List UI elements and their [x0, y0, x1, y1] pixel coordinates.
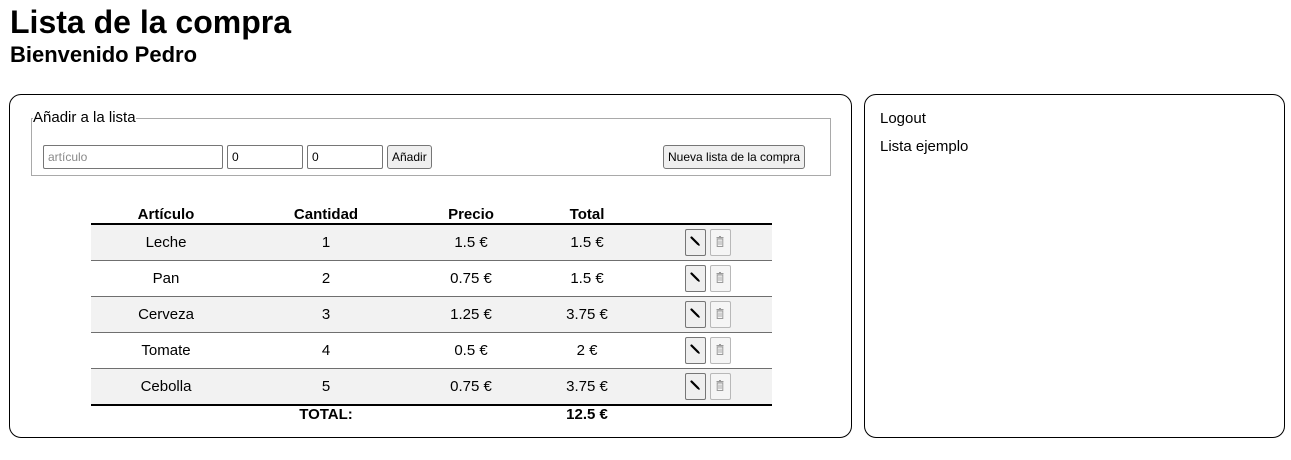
edit-button[interactable] — [684, 229, 706, 256]
table-row: Pan 2 0.75 € 1.5 € — [91, 261, 772, 297]
quantity-cell: 3 — [321, 306, 331, 323]
add-button[interactable]: Añadir — [387, 145, 432, 169]
item-cell: Cerveza — [138, 306, 194, 323]
shopping-list-panel: Añadir a la lista Añadir Nueva lista de … — [9, 94, 852, 438]
list-link-ejemplo[interactable]: Lista ejemplo — [880, 138, 968, 156]
price-cell: 0.75 € — [450, 378, 492, 395]
trash-icon — [711, 344, 730, 355]
quantity-cell: 4 — [321, 342, 331, 359]
delete-button[interactable] — [709, 229, 731, 256]
brush-icon — [686, 344, 705, 355]
price-cell: 1.5 € — [454, 234, 488, 251]
delete-button[interactable] — [709, 337, 731, 364]
header-price: Precio — [448, 206, 494, 223]
table-header-row: Artículo Cantidad Precio Total — [91, 205, 772, 224]
edit-button[interactable] — [684, 301, 706, 328]
actions-cell — [643, 224, 772, 261]
total-cell: 3.75 € — [566, 306, 608, 323]
page-title: Lista de la compra — [10, 4, 291, 40]
price-input[interactable] — [307, 145, 383, 169]
item-cell: Tomate — [141, 342, 191, 359]
quantity-cell: 5 — [321, 378, 331, 395]
table-total-row: TOTAL: 12.5 € — [91, 405, 772, 424]
sidebar-panel: Logout Lista ejemplo — [864, 94, 1285, 438]
add-item-legend: Añadir a la lista — [33, 109, 136, 126]
total-value: 12.5 € — [566, 406, 608, 423]
total-cell: 1.5 € — [570, 270, 604, 287]
total-cell: 1.5 € — [570, 234, 604, 251]
trash-icon — [711, 236, 730, 247]
header-quantity: Cantidad — [293, 206, 359, 223]
item-cell: Pan — [152, 270, 180, 287]
item-name-input[interactable] — [43, 145, 223, 169]
brush-icon — [686, 308, 705, 319]
table-row: Cerveza 3 1.25 € 3.75 € — [91, 296, 772, 333]
add-item-fieldset: Añadir a la lista Añadir Nueva lista de … — [31, 110, 831, 176]
header-item: Artículo — [137, 206, 195, 223]
table-row: Cebolla 5 0.75 € 3.75 € — [91, 368, 772, 406]
new-list-button[interactable]: Nueva lista de la compra — [663, 145, 806, 169]
actions-cell — [643, 297, 772, 333]
edit-button[interactable] — [684, 373, 706, 400]
quantity-input[interactable] — [227, 145, 303, 169]
total-cell: 2 € — [576, 342, 598, 359]
price-cell: 1.25 € — [450, 306, 492, 323]
header-actions — [643, 205, 772, 224]
actions-cell — [643, 261, 772, 297]
brush-icon — [686, 380, 705, 391]
brush-icon — [686, 272, 705, 283]
price-cell: 0.75 € — [450, 270, 492, 287]
actions-cell — [643, 333, 772, 369]
brush-icon — [686, 236, 705, 247]
welcome-message: Bienvenido Pedro — [10, 42, 198, 67]
trash-icon — [711, 380, 730, 391]
table-body: Leche 1 1.5 € 1.5 € Pan 2 0.75 € 1.5 € Cerveza 3 1… — [91, 224, 772, 405]
price-cell: 0.5 € — [454, 342, 488, 359]
delete-button[interactable] — [709, 265, 731, 292]
edit-button[interactable] — [684, 265, 706, 292]
trash-icon — [711, 272, 730, 283]
item-cell: Leche — [145, 234, 187, 251]
quantity-cell: 1 — [321, 234, 331, 251]
items-table: Artículo Cantidad Precio Total Leche 1 1.5… — [91, 205, 772, 424]
quantity-cell: 2 — [321, 270, 331, 287]
edit-button[interactable] — [684, 337, 706, 364]
trash-icon — [711, 308, 730, 319]
header-total: Total — [569, 206, 605, 223]
table-row: Tomate 4 0.5 € 2 € — [91, 333, 772, 369]
item-cell: Cebolla — [140, 378, 192, 395]
table-row: Leche 1 1.5 € 1.5 € — [91, 224, 772, 261]
actions-cell — [643, 369, 772, 406]
total-label: TOTAL: — [299, 406, 353, 423]
logout-link[interactable]: Logout — [880, 110, 926, 128]
delete-button[interactable] — [709, 301, 731, 328]
delete-button[interactable] — [709, 373, 731, 400]
total-cell: 3.75 € — [566, 378, 608, 395]
